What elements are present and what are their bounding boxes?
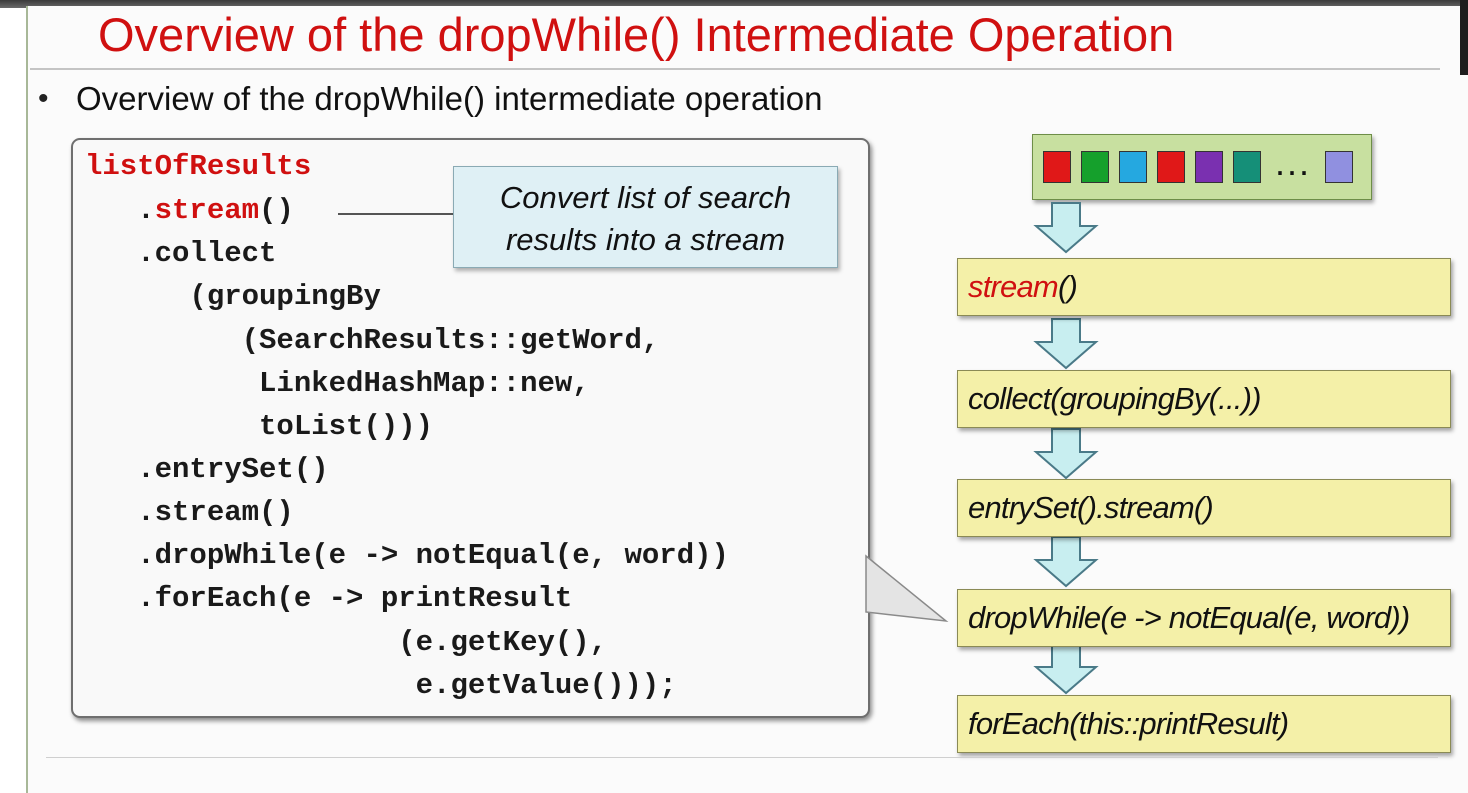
callout-box: Convert list of search results into a st…: [453, 166, 838, 268]
stage-foreach: forEach(this::printResult): [957, 695, 1451, 753]
stream-ellipsis: ...: [1275, 142, 1312, 183]
stream-element-square: [1157, 151, 1185, 183]
stream-element-square: [1119, 151, 1147, 183]
down-arrow-icon: [1033, 428, 1099, 480]
stage-stream-parens: (): [1057, 269, 1078, 304]
stage-collect: collect(groupingBy(...)): [957, 370, 1451, 428]
stage-dropwhile-label: dropWhile(e -> notEqual(e, word)): [968, 600, 1410, 635]
callout-line-1: Convert list of search: [499, 180, 792, 215]
stage-collect-label: collect(groupingBy(...)): [968, 381, 1261, 416]
down-arrow-icon: [1033, 202, 1099, 254]
stage-foreach-label: forEach(this::printResult): [968, 706, 1289, 741]
stream-element-square: [1233, 151, 1261, 183]
stream-element-square: [1195, 151, 1223, 183]
stage-dropwhile: dropWhile(e -> notEqual(e, word)): [957, 589, 1451, 647]
stage-entryset: entrySet().stream(): [957, 479, 1451, 537]
down-arrow-icon: [1033, 536, 1099, 588]
down-arrow-icon: [1033, 318, 1099, 370]
stream-element-square: [1081, 151, 1109, 183]
stage-stream-label: stream(): [968, 268, 1078, 306]
source-stream-box: ...: [1032, 134, 1372, 200]
stage-stream: stream(): [957, 258, 1451, 316]
dropwhile-pointer: [865, 554, 949, 623]
stream-element-square: [1043, 151, 1071, 183]
footer-divider: [46, 757, 1438, 758]
stage-stream-name: stream: [968, 269, 1059, 304]
stage-entryset-label: entrySet().stream(): [968, 490, 1214, 525]
down-arrow-icon: [1033, 643, 1099, 695]
callout-line-2: results into a stream: [505, 222, 786, 257]
stream-element-square: [1325, 151, 1353, 183]
